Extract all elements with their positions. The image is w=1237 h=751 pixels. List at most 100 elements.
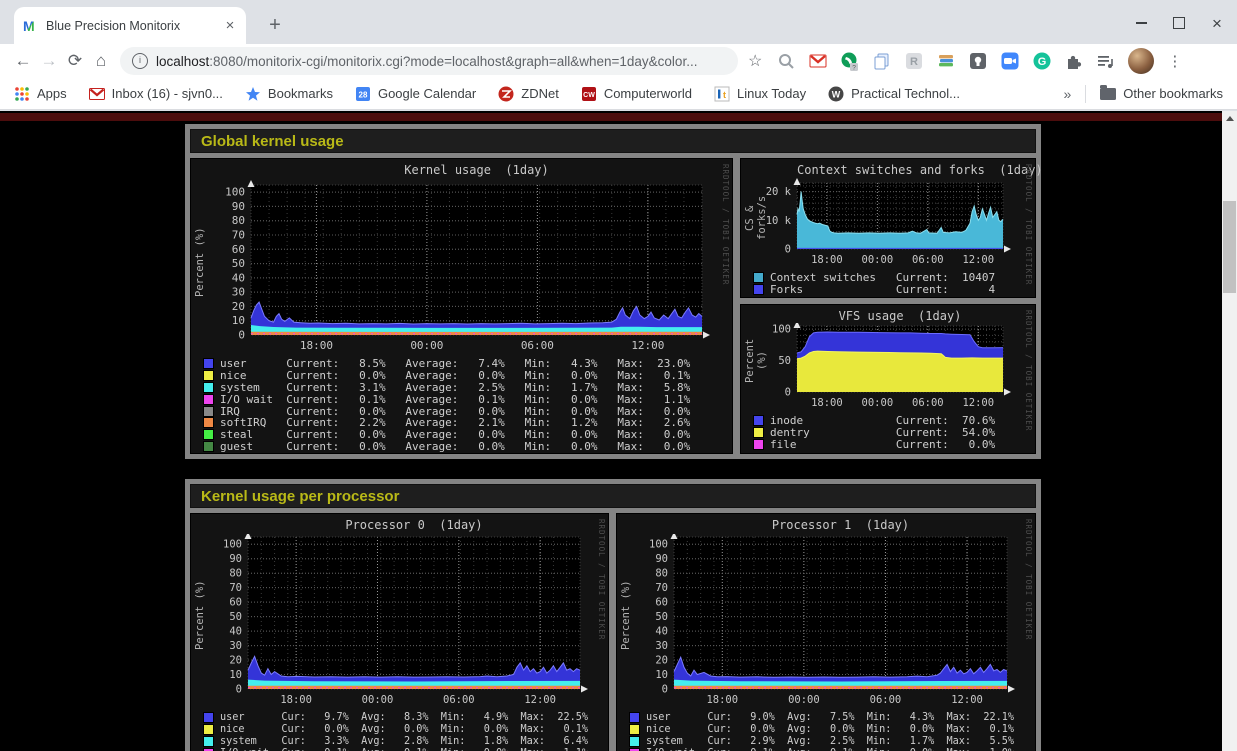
back-button[interactable]: ← [10, 48, 36, 74]
lamp-extension-icon[interactable] [968, 52, 987, 71]
other-bookmarks-button[interactable]: Other bookmarks [1100, 86, 1223, 101]
svg-text:?: ? [853, 64, 857, 71]
reload-button[interactable]: ⟳ [62, 48, 88, 74]
forward-button[interactable]: → [36, 48, 62, 74]
page-scrollbar[interactable] [1222, 111, 1237, 751]
page-header-accent-strip [0, 113, 1222, 121]
legend-row: inode Current: 70.6% [753, 415, 1035, 427]
legend-text: nice Cur: 0.0% Avg: 0.0% Min: 0.0% Max: … [220, 724, 588, 735]
svg-text:28: 28 [359, 90, 368, 99]
profile-avatar[interactable] [1128, 48, 1154, 74]
search-extension-icon[interactable] [776, 52, 795, 71]
legend-row: dentry Current: 54.0% [753, 427, 1035, 439]
graph-plot: 010 k20 k18:0000:0006:0012:00 [741, 177, 1033, 268]
graph-y-axis-label: Percent (%) [194, 187, 206, 337]
graph-legend: user Cur: 9.7% Avg: 8.3% Min: 4.9% Max: … [191, 712, 608, 751]
extension-icons-row: ? R G ⋮ [776, 48, 1182, 74]
url-bar[interactable]: i localhost:8080/monitorix-cgi/monitorix… [120, 47, 738, 75]
graph-kernel-usage[interactable]: Kernel usage (1day)010203040506070809010… [190, 158, 733, 454]
svg-text:06:00: 06:00 [521, 339, 554, 352]
legend-swatch [629, 712, 640, 723]
bookmark-label: Apps [37, 86, 67, 101]
tab-close-icon[interactable]: × [222, 18, 238, 33]
bookmark-item[interactable]: Bookmarks [245, 86, 333, 102]
new-tab-button[interactable]: + [262, 13, 288, 39]
svg-text:18:00: 18:00 [280, 694, 312, 706]
legend-swatch [203, 370, 214, 381]
svg-text:80: 80 [232, 214, 245, 227]
graph-y-axis-label: Percent (%) [744, 328, 768, 394]
menu-kebab-icon[interactable]: ⋮ [1167, 52, 1182, 70]
svg-text:40: 40 [229, 626, 242, 638]
graph-title: Processor 0 (1day) [191, 514, 580, 534]
legend-swatch [203, 358, 214, 369]
wordpress-icon: W [828, 86, 844, 102]
rrdtool-watermark: RRDTOOL / TOBI OETIKER [1024, 164, 1033, 285]
svg-text:12:00: 12:00 [631, 339, 664, 352]
section-title: Kernel usage per processor [201, 488, 399, 505]
minimize-button[interactable] [1129, 12, 1153, 34]
browser-tab[interactable]: M Blue Precision Monitorix × [14, 7, 246, 44]
copy-pages-extension-icon[interactable] [872, 52, 891, 71]
svg-text:0: 0 [238, 329, 245, 342]
graph-processor-0[interactable]: Processor 0 (1day)0102030405060708090100… [190, 513, 609, 751]
svg-text:00:00: 00:00 [862, 254, 894, 266]
bookmarks-separator [1085, 85, 1086, 103]
svg-text:12:00: 12:00 [951, 694, 983, 706]
maximize-button[interactable] [1167, 12, 1191, 34]
graph-processor-1[interactable]: Processor 1 (1day)0102030405060708090100… [616, 513, 1036, 751]
scrollbar-thumb[interactable] [1223, 201, 1236, 293]
legend-row: system Cur: 3.3% Avg: 2.8% Min: 1.8% Max… [203, 736, 608, 748]
rrdtool-watermark: RRDTOOL / TOBI OETIKER [721, 164, 730, 285]
bookmark-item[interactable]: WPractical Technol... [828, 86, 960, 102]
scrollbar-up-arrow[interactable] [1222, 111, 1237, 126]
legend-row: user Current: 8.5% Average: 7.4% Min: 4.… [203, 358, 732, 370]
grammarly-extension-icon[interactable]: G [1032, 52, 1051, 71]
bookmark-item[interactable]: Apps [14, 86, 67, 102]
bookmark-item[interactable]: ZDNet [498, 86, 559, 102]
legend-text: Forks Current: 4 [770, 283, 995, 296]
bookmark-item[interactable]: tLinux Today [714, 86, 806, 102]
close-window-button[interactable]: × [1205, 12, 1229, 34]
legend-swatch [203, 724, 214, 735]
legend-row: nice Cur: 0.0% Avg: 0.0% Min: 0.0% Max: … [203, 724, 608, 736]
graph-context-switches[interactable]: Context switches and forks (1day)010 k20… [740, 158, 1036, 298]
svg-text:30: 30 [232, 286, 245, 299]
extensions-puzzle-extension-icon[interactable] [1064, 52, 1083, 71]
bookmark-star-icon[interactable]: ☆ [748, 51, 762, 71]
svg-text:0: 0 [662, 684, 668, 696]
svg-text:0: 0 [236, 684, 242, 696]
svg-text:10: 10 [655, 669, 668, 681]
browser-window: M Blue Precision Monitorix × + × ← → ⟳ ⌂… [0, 0, 1237, 751]
legend-row: softIRQ Current: 2.2% Average: 2.1% Min:… [203, 417, 732, 429]
svg-text:20: 20 [232, 300, 245, 313]
playlist-extension-icon[interactable] [1096, 52, 1115, 71]
svg-text:12:00: 12:00 [524, 694, 556, 706]
legend-text: system Cur: 2.9% Avg: 2.5% Min: 1.7% Max… [646, 736, 1014, 747]
bookmarks-overflow-chevron[interactable]: » [1064, 86, 1072, 102]
legend-swatch [753, 439, 764, 450]
legend-row: Context switches Current: 10407 [753, 272, 1035, 284]
bookmark-label: Computerworld [604, 86, 692, 101]
graph-y-axis-label: CS & forks/s [744, 185, 768, 251]
reader-r-extension-icon[interactable]: R [904, 52, 923, 71]
bookmark-item[interactable]: CWComputerworld [581, 86, 692, 102]
site-info-icon[interactable]: i [132, 53, 148, 69]
graph-vfs-usage[interactable]: VFS usage (1day)05010018:0000:0006:0012:… [740, 304, 1036, 454]
svg-text:20 k: 20 k [766, 186, 792, 198]
home-button[interactable]: ⌂ [88, 48, 114, 74]
svg-text:50: 50 [232, 257, 245, 270]
section-header: Global kernel usage [190, 129, 1036, 153]
graph-legend: user Current: 8.5% Average: 7.4% Min: 4.… [191, 358, 732, 452]
svg-text:50: 50 [778, 355, 791, 367]
bookmark-item[interactable]: Inbox (16) - sjvn0... [89, 86, 223, 102]
bookmark-item[interactable]: 28Google Calendar [355, 86, 476, 102]
gmail-extension-icon[interactable] [808, 52, 827, 71]
legend-text: user Cur: 9.7% Avg: 8.3% Min: 4.9% Max: … [220, 712, 588, 723]
legend-swatch [753, 427, 764, 438]
svg-text:60: 60 [655, 597, 668, 609]
books-extension-icon[interactable] [936, 52, 955, 71]
voice-extension-icon[interactable]: ? [840, 52, 859, 71]
legend-row: nice Current: 0.0% Average: 0.0% Min: 0.… [203, 370, 732, 382]
zoom-camera-extension-icon[interactable] [1000, 52, 1019, 71]
